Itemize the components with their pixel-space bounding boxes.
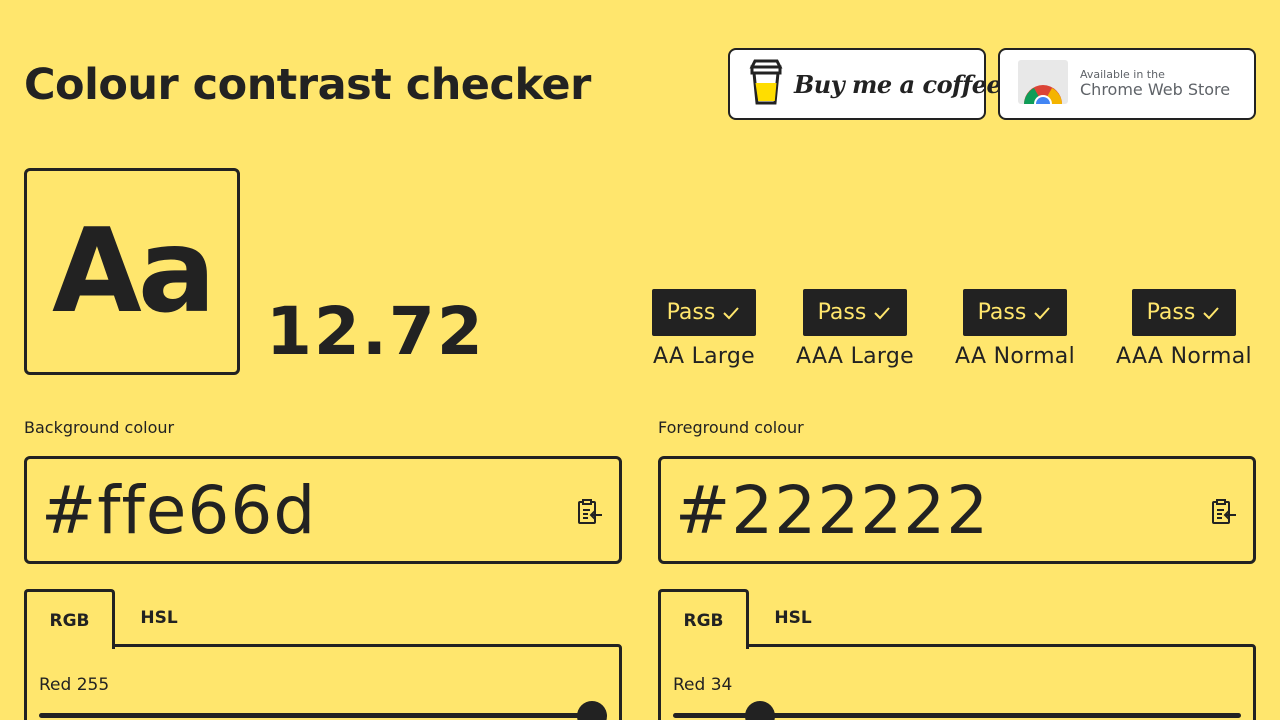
red-slider-thumb[interactable] (744, 701, 775, 720)
chrome-web-store-button[interactable]: Available in the Chrome Web Store (998, 48, 1256, 120)
paste-clipboard-icon[interactable] (1209, 497, 1239, 527)
chrome-logo-icon (1018, 60, 1068, 113)
result-aaa-normal: Pass AAA Normal (1116, 289, 1252, 369)
result-label: AAA Normal (1116, 344, 1252, 369)
check-icon (723, 306, 740, 319)
foreground-colour-label: Foreground colour (658, 418, 804, 437)
background-colour-input[interactable] (41, 471, 541, 549)
coffee-cup-icon (748, 59, 784, 109)
background-colour-label: Background colour (24, 418, 175, 437)
foreground-colour-field (658, 456, 1256, 564)
foreground-colour-input[interactable] (675, 471, 1175, 549)
contrast-preview: Aa (24, 168, 240, 375)
pass-badge: Pass (802, 289, 907, 336)
buy-me-a-coffee-button[interactable]: Buy me a coffee (728, 48, 1002, 120)
check-icon (874, 306, 891, 319)
pass-badge: Pass (1131, 289, 1236, 336)
check-icon (1034, 306, 1051, 319)
check-icon (1203, 306, 1220, 319)
red-slider-label: Red 255 (39, 675, 110, 695)
result-aa-normal: Pass AA Normal (955, 289, 1075, 369)
result-aaa-large: Pass AAA Large (796, 289, 914, 369)
red-slider-label: Red 34 (673, 675, 733, 695)
page-title: Colour contrast checker (24, 60, 591, 110)
paste-clipboard-icon[interactable] (575, 497, 605, 527)
chrome-store-name: Chrome Web Store (1080, 80, 1231, 100)
tab-rgb[interactable]: RGB (658, 589, 749, 649)
result-label: AA Normal (955, 344, 1076, 369)
pass-badge: Pass (963, 289, 1067, 336)
coffee-label: Buy me a coffee (794, 69, 1002, 99)
red-slider-track[interactable] (673, 701, 1241, 720)
tab-hsl[interactable]: HSL (749, 589, 837, 647)
red-slider-thumb[interactable] (577, 701, 607, 720)
result-label: AAA Large (796, 344, 914, 369)
background-rgb-panel: Red 255 (24, 644, 622, 720)
foreground-rgb-panel: Red 34 (658, 644, 1256, 720)
result-aa-large: Pass AA Large (652, 289, 756, 369)
red-slider-track[interactable] (39, 701, 607, 720)
background-tabs: RGB HSL (24, 589, 622, 649)
contrast-ratio: 12.72 (266, 293, 485, 370)
pass-badge: Pass (652, 289, 756, 336)
tab-hsl[interactable]: HSL (115, 589, 203, 647)
tab-rgb[interactable]: RGB (24, 589, 115, 649)
result-label: AA Large (652, 344, 755, 369)
foreground-tabs: RGB HSL (658, 589, 1256, 649)
background-colour-field (24, 456, 622, 564)
